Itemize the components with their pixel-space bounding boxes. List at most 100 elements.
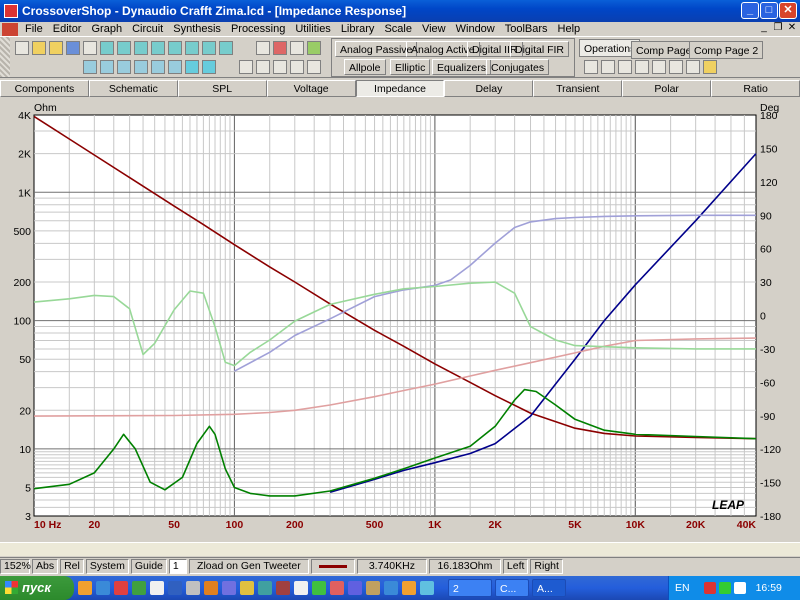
quicklaunch-icon-11[interactable] [258,581,272,595]
overlay-icon[interactable] [290,60,304,74]
menu-help[interactable]: Help [553,23,586,35]
digital-fir-button[interactable]: Digital FIR [510,41,570,57]
print-icon[interactable] [83,41,97,55]
marker-icon[interactable] [256,60,270,74]
filter-icon[interactable] [273,41,287,55]
left-button[interactable]: Left [502,558,529,574]
start-button[interactable]: пуск [0,576,74,600]
quicklaunch-icon-13[interactable] [294,581,308,595]
menu-toolbars[interactable]: ToolBars [500,23,553,35]
pan-icon[interactable] [168,60,182,74]
tab-impedance[interactable]: Impedance [355,80,445,97]
zoom-in-icon[interactable] [83,60,97,74]
tab-schematic[interactable]: Schematic [88,80,178,97]
zoom-fit-icon[interactable] [117,60,131,74]
task-button-a[interactable]: A... [532,579,566,597]
maximize-button[interactable]: □ [760,2,778,19]
paste-icon[interactable] [618,60,632,74]
list-icon[interactable] [652,60,666,74]
quicklaunch-icon-12[interactable] [276,581,290,595]
menu-view[interactable]: View [417,23,451,35]
cursor-icon[interactable] [239,60,253,74]
scale-icon[interactable] [273,60,287,74]
guide-input[interactable]: 1 [168,558,187,574]
menu-processing[interactable]: Processing [226,23,290,35]
export-icon[interactable] [202,41,216,55]
menu-window[interactable]: Window [451,23,500,35]
abs-button[interactable]: Abs [32,558,59,574]
chart-svg[interactable]: Ohm Deg4K2K1K5002001005020105318015012090… [0,98,800,541]
quicklaunch-icon-1[interactable] [78,581,92,595]
conjugates-button[interactable]: Conjugates [486,59,550,75]
horizontal-scrollbar[interactable] [0,542,800,556]
menu-scale[interactable]: Scale [379,23,417,35]
cut-icon[interactable] [584,60,598,74]
menu-editor[interactable]: Editor [48,23,87,35]
delete-icon[interactable] [635,60,649,74]
save-icon[interactable] [66,41,80,55]
properties-icon[interactable] [669,60,683,74]
report-icon[interactable] [168,41,182,55]
copy-icon[interactable] [601,60,615,74]
task-button-group[interactable]: 2 [448,579,492,597]
measure-icon[interactable] [290,41,304,55]
quicklaunch-icon-10[interactable] [240,581,254,595]
zoom-out-icon[interactable] [100,60,114,74]
menu-circuit[interactable]: Circuit [127,23,168,35]
quicklaunch-icon-5[interactable] [150,581,164,595]
tray-icon-3[interactable] [733,582,746,594]
undo-icon[interactable] [686,60,700,74]
tab-components[interactable]: Components [0,80,89,97]
settings-icon[interactable] [703,60,717,74]
doc-minimize-button[interactable]: _ [758,22,770,33]
quicklaunch-icon-7[interactable] [186,581,200,595]
import-icon[interactable] [219,41,233,55]
minimize-button[interactable]: _ [741,2,759,19]
new-icon[interactable] [15,41,29,55]
quicklaunch-icon-20[interactable] [420,581,434,595]
tab-voltage[interactable]: Voltage [266,80,356,97]
refresh-icon[interactable] [202,60,216,74]
open-file-icon[interactable] [49,41,63,55]
open-folder-icon[interactable] [32,41,46,55]
library-icon[interactable] [100,41,114,55]
guide-button[interactable]: Guide [130,558,167,574]
rel-button[interactable]: Rel [60,558,84,574]
quicklaunch-icon-18[interactable] [384,581,398,595]
allpole-button[interactable]: Allpole [344,59,386,75]
right-button[interactable]: Right [530,558,563,574]
calc-icon[interactable] [256,41,270,55]
zoom-y-icon[interactable] [151,60,165,74]
quicklaunch-icon-17[interactable] [366,581,380,595]
quicklaunch-icon-6[interactable] [168,581,182,595]
menu-graph[interactable]: Graph [86,23,127,35]
language-indicator[interactable]: EN [675,582,690,594]
tab-comp-page-2[interactable]: Comp Page 2 [689,41,764,59]
tray-icon-1[interactable] [703,582,716,594]
tray-icon-2[interactable] [718,582,731,594]
quicklaunch-icon-16[interactable] [348,581,362,595]
tab-delay[interactable]: Delay [444,80,534,97]
menu-utilities[interactable]: Utilities [290,23,335,35]
doc-close-button[interactable]: ✕ [786,22,798,33]
system-button[interactable]: System [85,558,129,574]
equalizers-button[interactable]: Equalizers [432,59,492,75]
tools-icon[interactable] [307,41,321,55]
menu-library[interactable]: Library [336,23,380,35]
menu-synthesis[interactable]: Synthesis [168,23,226,35]
elliptic-button[interactable]: Elliptic [390,59,431,75]
doc-restore-button[interactable]: ❐ [772,22,784,33]
curve-icon[interactable] [307,60,321,74]
tab-polar[interactable]: Polar [622,80,712,97]
tab-spl[interactable]: SPL [177,80,267,97]
quicklaunch-icon-3[interactable] [114,581,128,595]
quicklaunch-icon-15[interactable] [330,581,344,595]
quicklaunch-icon-14[interactable] [312,581,326,595]
close-button[interactable]: ✕ [779,2,797,19]
table-icon[interactable] [151,41,165,55]
impedance-chart[interactable]: Ohm Deg 4K 2K 1K 500 200 100 50 20 10 5 3 180 150 120 90… [0,98,800,541]
quicklaunch-icon-4[interactable] [132,581,146,595]
grid-icon[interactable] [185,60,199,74]
zoom-x-icon[interactable] [134,60,148,74]
quicklaunch-icon-8[interactable] [204,581,218,595]
